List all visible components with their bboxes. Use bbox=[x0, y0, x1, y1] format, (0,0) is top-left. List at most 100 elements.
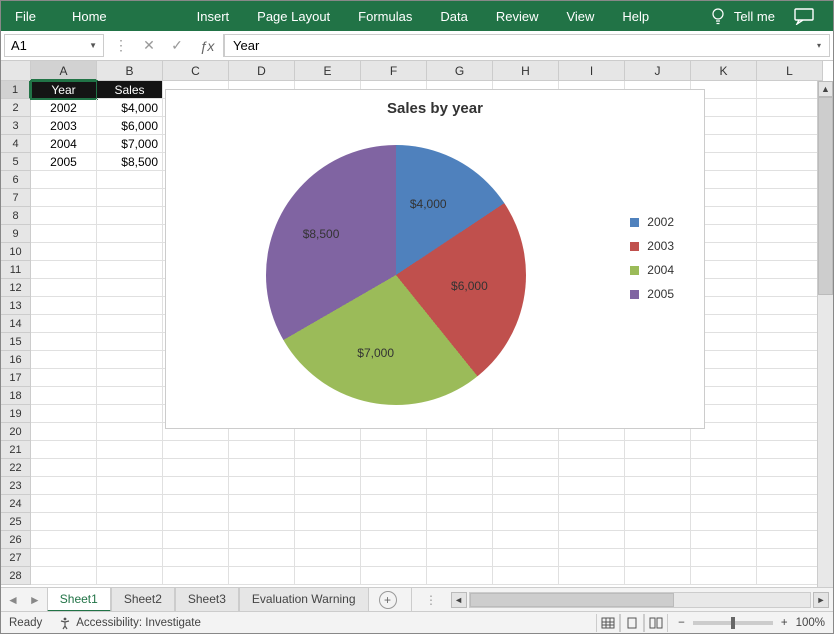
page-layout-view-button[interactable] bbox=[620, 614, 644, 632]
cell-A5[interactable]: 2005 bbox=[31, 153, 97, 171]
cell-F24[interactable] bbox=[361, 495, 427, 513]
cell-L26[interactable] bbox=[757, 531, 823, 549]
cell-A23[interactable] bbox=[31, 477, 97, 495]
cell-B5[interactable]: $8,500 bbox=[97, 153, 163, 171]
cell-I26[interactable] bbox=[559, 531, 625, 549]
row-header-19[interactable]: 19 bbox=[1, 405, 31, 423]
zoom-slider[interactable] bbox=[693, 621, 773, 625]
cell-A27[interactable] bbox=[31, 549, 97, 567]
cell-D22[interactable] bbox=[229, 459, 295, 477]
cell-B28[interactable] bbox=[97, 567, 163, 585]
scroll-right-button[interactable]: ► bbox=[813, 592, 829, 608]
cell-H23[interactable] bbox=[493, 477, 559, 495]
cell-A6[interactable] bbox=[31, 171, 97, 189]
row-header-15[interactable]: 15 bbox=[1, 333, 31, 351]
cell-D25[interactable] bbox=[229, 513, 295, 531]
page-break-view-button[interactable] bbox=[644, 614, 668, 632]
cell-D26[interactable] bbox=[229, 531, 295, 549]
cell-A20[interactable] bbox=[31, 423, 97, 441]
cell-C21[interactable] bbox=[163, 441, 229, 459]
cell-F28[interactable] bbox=[361, 567, 427, 585]
cell-B7[interactable] bbox=[97, 189, 163, 207]
cell-L14[interactable] bbox=[757, 315, 823, 333]
row-header-24[interactable]: 24 bbox=[1, 495, 31, 513]
cell-K22[interactable] bbox=[691, 459, 757, 477]
cell-L5[interactable] bbox=[757, 153, 823, 171]
pie-chart[interactable]: Sales by year $4,000$6,000$7,000$8,500 2… bbox=[165, 89, 705, 429]
cell-C24[interactable] bbox=[163, 495, 229, 513]
cell-I21[interactable] bbox=[559, 441, 625, 459]
cell-A10[interactable] bbox=[31, 243, 97, 261]
hscroll-track[interactable] bbox=[469, 592, 811, 608]
cell-B18[interactable] bbox=[97, 387, 163, 405]
column-header-A[interactable]: A bbox=[31, 61, 97, 81]
cell-A14[interactable] bbox=[31, 315, 97, 333]
cell-B3[interactable]: $6,000 bbox=[97, 117, 163, 135]
cell-H21[interactable] bbox=[493, 441, 559, 459]
row-header-3[interactable]: 3 bbox=[1, 117, 31, 135]
ribbon-tab-page-layout[interactable]: Page Layout bbox=[243, 1, 344, 31]
cell-K27[interactable] bbox=[691, 549, 757, 567]
row-header-17[interactable]: 17 bbox=[1, 369, 31, 387]
sheet-tab-evaluation-warning[interactable]: Evaluation Warning bbox=[239, 587, 369, 612]
row-header-9[interactable]: 9 bbox=[1, 225, 31, 243]
cell-L18[interactable] bbox=[757, 387, 823, 405]
cell-L23[interactable] bbox=[757, 477, 823, 495]
expand-formula-icon[interactable]: ▾ bbox=[817, 41, 821, 50]
cell-D23[interactable] bbox=[229, 477, 295, 495]
zoom-in-button[interactable]: + bbox=[781, 617, 788, 629]
vscroll-track[interactable] bbox=[818, 97, 833, 593]
cell-G26[interactable] bbox=[427, 531, 493, 549]
cell-B20[interactable] bbox=[97, 423, 163, 441]
cell-E23[interactable] bbox=[295, 477, 361, 495]
row-header-20[interactable]: 20 bbox=[1, 423, 31, 441]
cell-B17[interactable] bbox=[97, 369, 163, 387]
cell-L27[interactable] bbox=[757, 549, 823, 567]
zoom-knob[interactable] bbox=[731, 617, 735, 629]
cell-K21[interactable] bbox=[691, 441, 757, 459]
cell-A3[interactable]: 2003 bbox=[31, 117, 97, 135]
cell-L1[interactable] bbox=[757, 81, 823, 99]
cell-G24[interactable] bbox=[427, 495, 493, 513]
cell-B4[interactable]: $7,000 bbox=[97, 135, 163, 153]
cell-B26[interactable] bbox=[97, 531, 163, 549]
cell-I23[interactable] bbox=[559, 477, 625, 495]
cell-A8[interactable] bbox=[31, 207, 97, 225]
row-header-6[interactable]: 6 bbox=[1, 171, 31, 189]
cell-H25[interactable] bbox=[493, 513, 559, 531]
cell-B21[interactable] bbox=[97, 441, 163, 459]
row-header-11[interactable]: 11 bbox=[1, 261, 31, 279]
row-header-16[interactable]: 16 bbox=[1, 351, 31, 369]
cell-G21[interactable] bbox=[427, 441, 493, 459]
cell-E22[interactable] bbox=[295, 459, 361, 477]
cell-L4[interactable] bbox=[757, 135, 823, 153]
column-header-H[interactable]: H bbox=[493, 61, 559, 81]
cell-A19[interactable] bbox=[31, 405, 97, 423]
cell-A28[interactable] bbox=[31, 567, 97, 585]
cell-A7[interactable] bbox=[31, 189, 97, 207]
cell-F23[interactable] bbox=[361, 477, 427, 495]
column-header-K[interactable]: K bbox=[691, 61, 757, 81]
select-all-corner[interactable] bbox=[1, 61, 31, 81]
cell-B13[interactable] bbox=[97, 297, 163, 315]
row-header-1[interactable]: 1 bbox=[1, 81, 31, 99]
prev-sheet-button[interactable]: ◄ bbox=[7, 593, 19, 607]
cell-C28[interactable] bbox=[163, 567, 229, 585]
cell-B1[interactable]: Sales bbox=[97, 81, 163, 99]
row-header-7[interactable]: 7 bbox=[1, 189, 31, 207]
cell-G23[interactable] bbox=[427, 477, 493, 495]
cell-F27[interactable] bbox=[361, 549, 427, 567]
cell-B14[interactable] bbox=[97, 315, 163, 333]
ribbon-tab-formulas[interactable]: Formulas bbox=[344, 1, 426, 31]
column-header-G[interactable]: G bbox=[427, 61, 493, 81]
tell-me-search[interactable]: Tell me bbox=[710, 6, 833, 26]
cell-E21[interactable] bbox=[295, 441, 361, 459]
cell-B27[interactable] bbox=[97, 549, 163, 567]
name-box[interactable]: A1 ▼ bbox=[4, 34, 104, 57]
vscroll-thumb[interactable] bbox=[818, 97, 833, 295]
ribbon-tab-file[interactable]: File bbox=[1, 1, 54, 31]
cell-L22[interactable] bbox=[757, 459, 823, 477]
cell-L15[interactable] bbox=[757, 333, 823, 351]
cell-L3[interactable] bbox=[757, 117, 823, 135]
cell-L8[interactable] bbox=[757, 207, 823, 225]
